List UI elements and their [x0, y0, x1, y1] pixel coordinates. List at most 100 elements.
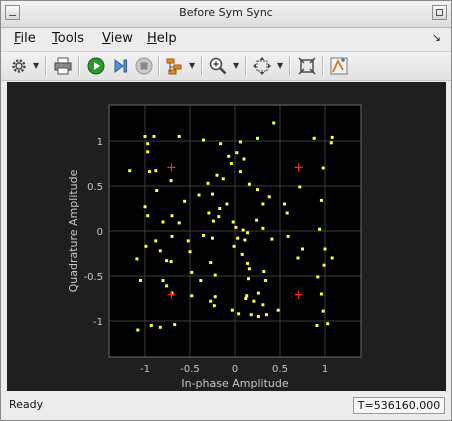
sample-point [256, 136, 259, 140]
sample-point [316, 275, 320, 279]
sample-point [322, 263, 326, 267]
toolbar-separator [45, 56, 47, 76]
sample-point [285, 211, 289, 215]
x-tick-label: 0 [232, 364, 238, 375]
sample-point [231, 220, 235, 224]
sample-point [183, 199, 187, 203]
step-icon[interactable] [110, 56, 130, 76]
stop-icon[interactable] [134, 56, 154, 76]
menu-view[interactable]: View [102, 31, 133, 46]
sample-point [146, 214, 150, 218]
style-dropdown-icon[interactable]: ▼ [189, 61, 195, 70]
sample-point [321, 309, 325, 313]
sample-point [165, 259, 169, 263]
constellation-plot: -1 -0.5 0 0.5 1 1 0.5 0 -0.5 -1 In-phase Amplitud… [67, 104, 362, 390]
maximize-button[interactable] [432, 5, 447, 20]
gear-icon[interactable] [9, 56, 29, 76]
menu-file[interactable]: File [14, 31, 36, 46]
sample-point [321, 166, 325, 170]
sample-point [217, 215, 221, 219]
sample-point [139, 279, 142, 282]
run-icon[interactable] [86, 56, 106, 76]
sample-point [232, 244, 236, 248]
sample-point [240, 252, 244, 256]
title-bar[interactable]: Before Sym Sync [1, 1, 451, 28]
sample-point [283, 202, 286, 206]
sample-point [212, 304, 216, 308]
sample-point [209, 261, 213, 264]
sample-point [207, 211, 211, 215]
sample-point [330, 135, 334, 139]
x-tick-label: -0.5 [180, 364, 200, 375]
sample-point [211, 192, 214, 196]
autoscale-icon[interactable] [297, 56, 317, 76]
sample-point [267, 195, 271, 199]
sample-point [170, 234, 174, 238]
sample-point [225, 202, 229, 206]
menu-bar: File Tools View Help ↘ [1, 28, 451, 50]
sample-point [323, 247, 327, 251]
gear-dropdown-icon[interactable]: ▼ [33, 61, 39, 70]
toolbar-separator [322, 56, 324, 76]
toolbar-separator [78, 56, 80, 76]
sample-point [158, 325, 162, 329]
fit-dropdown-icon[interactable]: ▼ [277, 61, 283, 70]
sample-point [161, 220, 165, 224]
toolbar-separator [158, 56, 160, 76]
sample-point [227, 154, 231, 158]
simulation-time: T=536160.000 [353, 397, 445, 414]
sample-point [241, 228, 245, 232]
toolbar-separator [289, 56, 291, 76]
sample-point [252, 299, 256, 303]
sample-point [128, 169, 132, 173]
sample-point [262, 270, 266, 273]
measure-icon[interactable] [329, 56, 349, 76]
maximize-icon [436, 9, 443, 16]
sample-point [245, 294, 249, 298]
sample-point [276, 308, 280, 312]
sample-point [215, 173, 219, 177]
sample-point [218, 207, 222, 210]
menu-tools[interactable]: Tools [52, 31, 84, 46]
sample-point [301, 247, 304, 251]
y-tick-label: 0 [97, 227, 103, 238]
sample-point [161, 279, 165, 282]
sample-point [177, 221, 181, 225]
sample-point [312, 136, 316, 140]
sample-point [255, 218, 259, 222]
menu-help[interactable]: Help [147, 31, 177, 46]
fit-icon[interactable] [252, 56, 272, 76]
y-tick-label: -1 [93, 317, 103, 328]
dock-arrow-icon[interactable]: ↘ [432, 31, 441, 44]
x-tick-label: 0.5 [272, 364, 288, 375]
x-axis-label: In-phase Amplitude [181, 377, 288, 390]
zoom-in-icon[interactable] [208, 56, 228, 76]
menu-tools-label: ools [57, 31, 85, 46]
sample-point [143, 135, 147, 138]
sample-point [211, 236, 214, 240]
zoom-dropdown-icon[interactable]: ▼ [233, 61, 239, 70]
sample-point [146, 150, 150, 154]
sample-point [230, 308, 234, 312]
toolbar-separator [245, 56, 247, 76]
status-bar: Ready T=536160.000 [1, 394, 451, 420]
sample-point [213, 295, 217, 299]
y-tick-label: 1 [97, 137, 103, 148]
sample-point [249, 313, 253, 317]
sample-point [146, 142, 150, 146]
sample-point [211, 219, 215, 223]
sample-point [256, 188, 259, 192]
sample-point [264, 279, 268, 282]
sample-point [318, 227, 322, 231]
print-icon[interactable] [53, 56, 73, 76]
sample-point [190, 270, 194, 274]
sample-point [144, 244, 148, 248]
sample-point [246, 261, 250, 265]
sample-point [242, 157, 246, 161]
style-icon[interactable] [165, 56, 185, 76]
sample-point [298, 185, 302, 189]
plot-canvas[interactable]: -1 -0.5 0 0.5 1 1 0.5 0 -0.5 -1 In-phase Amplitud… [7, 82, 446, 391]
sample-point [329, 141, 333, 145]
sample-point [265, 313, 268, 317]
sample-point [237, 312, 241, 316]
